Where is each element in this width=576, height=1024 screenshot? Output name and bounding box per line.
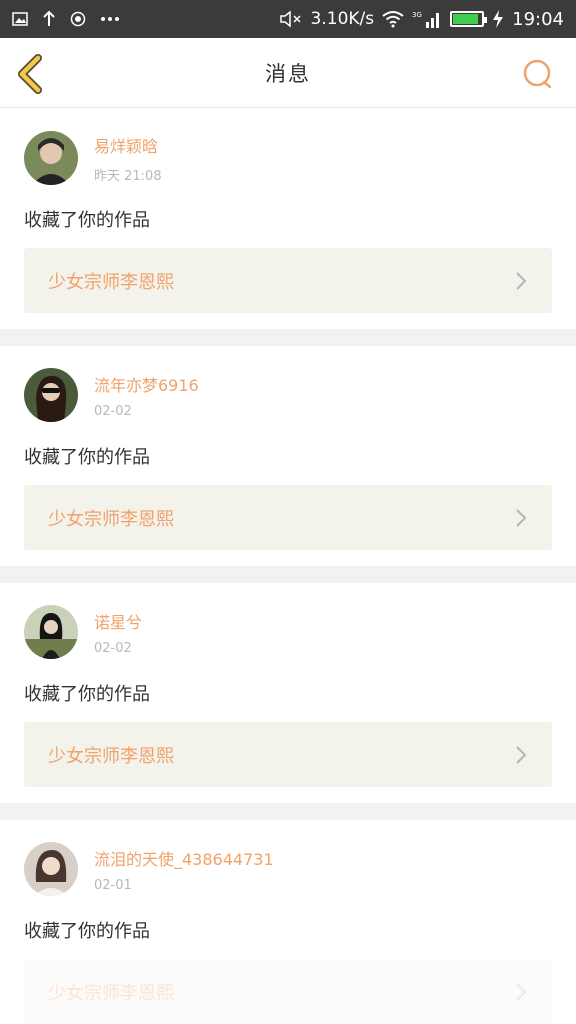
- avatar[interactable]: [24, 368, 78, 422]
- list-item: 易烊颖晗 昨天 21:08 收藏了你的作品 少女宗师李恩熙: [0, 109, 576, 329]
- list-item: 流年亦梦6916 02-02 收藏了你的作品 少女宗师李恩熙: [0, 346, 576, 566]
- nav-bar: 消息: [0, 38, 576, 108]
- battery-icon: [450, 11, 488, 27]
- work-link[interactable]: 少女宗师李恩熙: [24, 722, 552, 787]
- username[interactable]: 诺星兮: [94, 609, 142, 633]
- network-speed: 3.10K/s: [310, 9, 375, 29]
- work-title: 少女宗师李恩熙: [48, 982, 174, 1004]
- action-text: 收藏了你的作品: [24, 684, 150, 705]
- more-notifications-icon: [100, 16, 120, 22]
- network-type-label: 3G: [412, 11, 422, 19]
- page-title: 消息: [265, 61, 311, 86]
- timestamp: 昨天 21:08: [94, 168, 162, 184]
- timestamp: 02-02: [94, 640, 132, 656]
- status-bar: 3.10K/s 3G 19:04: [0, 0, 576, 38]
- search-icon: [523, 59, 552, 89]
- mute-icon: [279, 10, 303, 28]
- work-title: 少女宗师李恩熙: [48, 508, 174, 530]
- radio-icon: [70, 11, 86, 27]
- timestamp: 02-01: [94, 877, 132, 893]
- avatar[interactable]: [24, 605, 78, 659]
- separator: [0, 566, 576, 583]
- avatar[interactable]: [24, 842, 78, 896]
- work-title: 少女宗师李恩熙: [48, 745, 174, 767]
- work-link[interactable]: 少女宗师李恩熙: [24, 248, 552, 313]
- upload-icon: [42, 10, 56, 28]
- work-title: 少女宗师李恩熙: [48, 271, 174, 293]
- clock: 19:04: [512, 8, 564, 30]
- chevron-right-icon: [516, 271, 527, 290]
- action-text: 收藏了你的作品: [24, 210, 150, 231]
- action-text: 收藏了你的作品: [24, 921, 150, 942]
- work-link[interactable]: 少女宗师李恩熙: [24, 485, 552, 550]
- action-text: 收藏了你的作品: [24, 447, 150, 468]
- timestamp: 02-02: [94, 403, 132, 419]
- username[interactable]: 流年亦梦6916: [94, 372, 199, 396]
- separator: [0, 803, 576, 820]
- chevron-right-icon: [516, 982, 527, 1001]
- username[interactable]: 易烊颖晗: [94, 133, 162, 157]
- chevron-right-icon: [516, 508, 527, 527]
- wifi-icon: [382, 10, 404, 28]
- signal-icon: 3G: [412, 9, 442, 29]
- charging-icon: [492, 10, 504, 28]
- chevron-right-icon: [516, 745, 527, 764]
- image-notification-icon: [12, 12, 28, 26]
- message-list: 易烊颖晗 昨天 21:08 收藏了你的作品 少女宗师李恩熙 流年亦梦6916 0…: [0, 109, 576, 1024]
- back-button[interactable]: [14, 54, 48, 94]
- list-item: 诺星兮 02-02 收藏了你的作品 少女宗师李恩熙: [0, 583, 576, 803]
- work-link[interactable]: 少女宗师李恩熙: [24, 959, 552, 1024]
- search-button[interactable]: [522, 58, 554, 90]
- avatar[interactable]: [24, 131, 78, 185]
- chevron-left-icon: [18, 54, 42, 94]
- username[interactable]: 流泪的天使_438644731: [94, 846, 274, 870]
- list-item: 流泪的天使_438644731 02-01 收藏了你的作品 少女宗师李恩熙: [0, 820, 576, 1024]
- separator: [0, 329, 576, 346]
